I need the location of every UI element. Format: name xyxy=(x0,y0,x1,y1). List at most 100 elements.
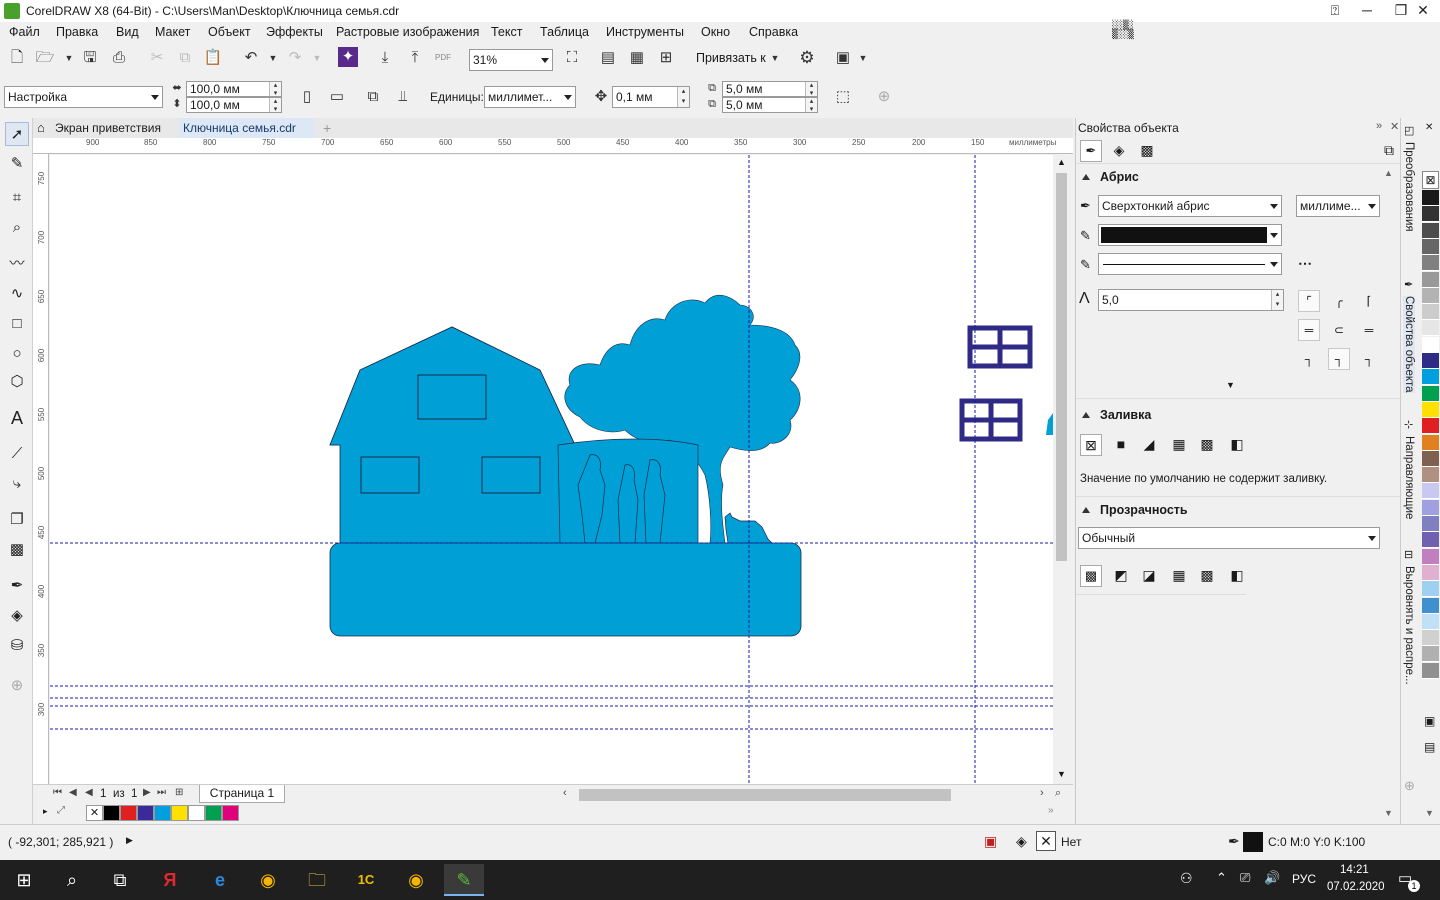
outline-units-combo[interactable]: миллиме... xyxy=(1296,195,1380,217)
portrait-icon[interactable]: ▯ xyxy=(296,86,318,108)
miter-limit-field[interactable]: 5,0 ▴ ▾ xyxy=(1098,289,1284,311)
nudge-spinner[interactable]: ▴ ▾ xyxy=(677,87,689,107)
fill-none-swatch[interactable]: ✕ xyxy=(1036,831,1056,851)
position-center-button[interactable]: ┐ xyxy=(1328,348,1350,370)
save-icon[interactable]: 🖫 xyxy=(79,47,101,69)
fountain-fill-icon[interactable]: ◢ xyxy=(1138,434,1160,456)
side-tab-align-distribute[interactable]: Выровнять и распре... xyxy=(1403,566,1415,685)
side-tab-object-properties[interactable]: Свойства объекта xyxy=(1403,296,1415,393)
next-page-icon[interactable]: ▶ xyxy=(143,787,151,798)
outline-tab-icon[interactable]: ✒ xyxy=(1080,140,1102,162)
menu-help[interactable]: Справка xyxy=(749,25,798,39)
freehand-tool-icon[interactable]: 〰 xyxy=(5,252,29,276)
rectangle-tool-icon[interactable]: □ xyxy=(5,312,29,336)
color-proof-icon[interactable]: ▣ xyxy=(984,833,997,850)
snap-dropdown-icon[interactable]: ▼ xyxy=(764,47,786,69)
document-color-swatch[interactable] xyxy=(120,805,137,821)
uniform-transparency-icon[interactable]: ◩ xyxy=(1110,565,1132,587)
full-screen-preview-icon[interactable]: ⛶ xyxy=(561,47,583,69)
ellipse-tool-icon[interactable]: ○ xyxy=(5,342,29,366)
palette-color-swatch[interactable] xyxy=(1422,401,1439,418)
text-tool-icon[interactable]: A xyxy=(5,406,29,430)
position-outside-button[interactable]: ┐ xyxy=(1298,348,1320,370)
palette-color-swatch[interactable] xyxy=(1422,630,1439,647)
people-icon[interactable]: ⚇ xyxy=(1180,870,1193,887)
1c-app-icon[interactable]: 1C xyxy=(346,864,386,896)
side-tab-guidelines[interactable]: Направляющие xyxy=(1403,436,1415,519)
palette-color-swatch[interactable] xyxy=(1422,206,1439,223)
line-style-settings-icon[interactable]: ⋯ xyxy=(1298,255,1312,272)
show-guidelines-icon[interactable]: ⊞ xyxy=(655,47,677,69)
show-grid-icon[interactable]: ▦ xyxy=(626,47,648,69)
palette-scroll-down-icon[interactable]: ▼ xyxy=(1425,808,1434,818)
publish-pdf-icon[interactable]: PDF xyxy=(432,47,454,69)
docker-options-icon[interactable]: ⧉ xyxy=(1378,140,1400,162)
postscript-transparency-icon[interactable]: ◧ xyxy=(1226,565,1248,587)
fill-tab-icon[interactable]: ◈ xyxy=(1108,140,1130,162)
new-tab-plus-icon[interactable]: + xyxy=(319,118,337,138)
duplicate-y-spinner[interactable]: ▴ ▾ xyxy=(805,98,817,112)
vertical-scrollbar[interactable]: ▲ ▼ xyxy=(1053,155,1070,784)
menu-table[interactable]: Таблица xyxy=(540,25,589,39)
docker-expand-icon[interactable]: » xyxy=(1376,120,1382,132)
scroll-left-icon[interactable]: ‹ xyxy=(563,787,567,799)
palette-color-swatch[interactable] xyxy=(1422,304,1439,321)
cap-extended-button[interactable]: ═ xyxy=(1358,319,1380,341)
zoom-tool-icon[interactable]: ⌕ xyxy=(5,216,29,240)
show-hidden-icons-icon[interactable]: ⌃ xyxy=(1216,870,1227,886)
fountain-transparency-icon[interactable]: ◪ xyxy=(1138,565,1160,587)
shape-tool-icon[interactable]: ✎ xyxy=(5,152,29,176)
palette-scroll-right-icon[interactable]: » xyxy=(1048,805,1054,816)
close-button[interactable]: ✕ xyxy=(1406,0,1440,22)
clock-time[interactable]: 14:21 xyxy=(1340,864,1369,876)
page-height-spinner[interactable]: ▴ ▾ xyxy=(269,98,281,112)
undo-icon[interactable]: ↶ xyxy=(240,47,262,69)
open-icon[interactable]: 🗁 xyxy=(34,47,56,69)
palette-color-swatch[interactable] xyxy=(1422,353,1439,369)
postscript-fill-icon[interactable]: ◧ xyxy=(1226,434,1248,456)
pattern-fill-icon[interactable]: ▦ xyxy=(1168,434,1190,456)
menu-bitmaps[interactable]: Растровые изображения xyxy=(336,25,479,39)
document-color-swatch[interactable] xyxy=(137,805,154,821)
start-windows-icon[interactable]: ⊞ xyxy=(4,864,44,896)
workspace-grid-icon[interactable]: ░░▒░ ▒░░▒ xyxy=(1112,22,1160,40)
palette-color-swatch[interactable] xyxy=(1422,662,1439,679)
search-icon[interactable]: ⌕ xyxy=(52,864,92,896)
no-transparency-icon[interactable]: ▩ xyxy=(1080,565,1102,587)
dimension-tool-icon[interactable]: ⟋ xyxy=(5,442,29,466)
coreldraw-taskbar-icon[interactable]: ✎ xyxy=(444,864,484,896)
transparency-tab-icon[interactable]: ▩ xyxy=(1136,140,1158,162)
palette-color-swatch[interactable] xyxy=(1422,548,1439,565)
corner-round-button[interactable]: ╭ xyxy=(1328,290,1350,312)
landscape-icon[interactable]: ▭ xyxy=(326,86,348,108)
menu-effects[interactable]: Эффекты xyxy=(266,25,323,39)
add-toolbar-item-icon[interactable]: ⊕ xyxy=(873,86,895,108)
help-icon[interactable]: ⍰ xyxy=(1318,0,1352,22)
vertical-scroll-thumb[interactable] xyxy=(1056,173,1067,561)
current-page-icon[interactable]: ⫫ xyxy=(392,86,414,108)
palette-flyout-icon[interactable]: ▣ xyxy=(1424,714,1435,728)
horizontal-scroll-thumb[interactable] xyxy=(579,789,951,801)
first-page-icon[interactable]: ⏮ xyxy=(53,787,62,798)
cut-icon[interactable]: ✂ xyxy=(146,47,168,69)
scroll-down-icon[interactable]: ▼ xyxy=(1057,769,1066,779)
palette-color-swatch[interactable] xyxy=(1422,418,1439,435)
cap-round-button[interactable]: ⊂ xyxy=(1328,319,1350,341)
document-color-swatch[interactable] xyxy=(103,805,120,821)
page-height-field[interactable]: 100,0 мм ▴ ▾ xyxy=(186,97,282,113)
drop-shadow-tool-icon[interactable]: ❐ xyxy=(5,508,29,532)
pick-tool-icon[interactable]: ➚ xyxy=(5,122,29,146)
texture-transparency-icon[interactable]: ▩ xyxy=(1196,565,1218,587)
page-tab-1[interactable]: Страница 1 xyxy=(199,785,285,803)
navigator-zoom-icon[interactable]: ⌕ xyxy=(1055,787,1061,800)
redo-dropdown-icon[interactable]: ▼ xyxy=(306,47,328,69)
palette-color-swatch[interactable] xyxy=(1422,434,1439,451)
palette-color-swatch[interactable] xyxy=(1422,385,1439,402)
options-gear-icon[interactable]: ⚙ xyxy=(796,47,818,69)
menu-edit[interactable]: Правка xyxy=(56,25,98,39)
outline-more-icon[interactable]: ▼ xyxy=(1226,380,1235,390)
volume-icon[interactable]: 🔊 xyxy=(1264,870,1280,886)
menu-tools[interactable]: Инструменты xyxy=(606,25,684,39)
palette-color-swatch[interactable] xyxy=(1422,564,1439,581)
clock-date[interactable]: 07.02.2020 xyxy=(1327,881,1385,893)
